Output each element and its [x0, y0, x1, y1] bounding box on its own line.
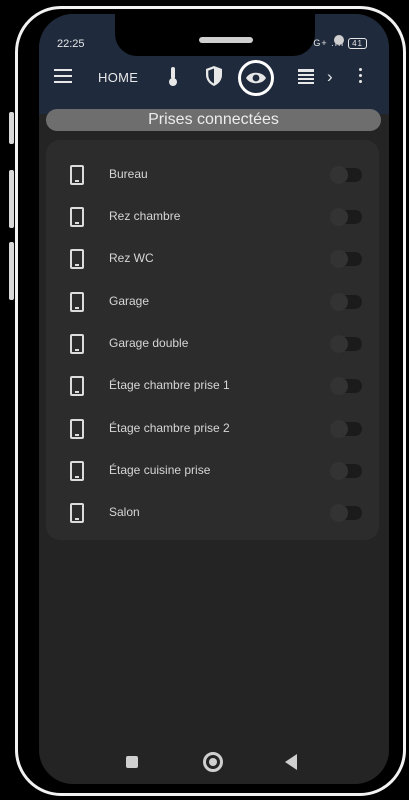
speaker-grille	[199, 37, 253, 43]
section-header: Prises connectées	[46, 109, 381, 131]
device-toggle[interactable]	[330, 208, 362, 226]
list-item[interactable]: Étage chambre prise 1	[46, 365, 379, 407]
smartphone-icon	[70, 419, 84, 439]
device-toggle[interactable]	[330, 335, 362, 353]
device-toggle[interactable]	[330, 166, 362, 184]
device-label: Salon	[109, 505, 140, 519]
smartphone-icon	[70, 207, 84, 227]
menu-icon[interactable]	[54, 69, 72, 83]
list-item[interactable]: Rez chambre	[46, 196, 379, 238]
list-item[interactable]: Étage cuisine prise	[46, 450, 379, 492]
thermometer-icon[interactable]	[161, 64, 185, 88]
camera-notch	[115, 14, 344, 56]
device-label: Bureau	[109, 167, 148, 181]
list-item[interactable]: Bureau	[46, 154, 379, 196]
phone-side-button-2	[9, 170, 14, 228]
device-toggle[interactable]	[330, 504, 362, 522]
smartphone-icon	[70, 292, 84, 312]
device-toggle[interactable]	[330, 250, 362, 268]
device-label: Garage	[109, 294, 150, 308]
list-item[interactable]: Garage double	[46, 323, 379, 365]
device-toggle[interactable]	[330, 377, 362, 395]
list-item[interactable]: Étage chambre prise 2	[46, 408, 379, 450]
smartphone-icon	[70, 165, 84, 185]
phone-side-button-1	[9, 112, 14, 144]
system-nav-bar	[39, 739, 389, 784]
chevron-right-icon[interactable]: ›	[327, 67, 333, 87]
status-time: 22:25	[57, 38, 85, 50]
list-icon[interactable]	[294, 64, 318, 88]
tab-home[interactable]: HOME	[98, 70, 138, 85]
device-toggle[interactable]	[330, 420, 362, 438]
battery-icon: 41	[348, 38, 367, 49]
shield-icon[interactable]	[202, 64, 226, 88]
app-bar: HOME ›	[39, 50, 389, 114]
list-item[interactable]: Garage	[46, 281, 379, 323]
phone-screen: 22:25 4G+ .ıll 41 HOME › Prises connecté…	[39, 14, 389, 784]
home-button[interactable]	[203, 752, 223, 772]
device-label: Étage chambre prise 2	[109, 421, 230, 435]
more-vert-icon[interactable]	[359, 68, 363, 86]
device-label: Rez chambre	[109, 209, 181, 223]
device-label: Rez WC	[109, 251, 154, 265]
eye-icon[interactable]	[244, 66, 268, 90]
list-item[interactable]: Rez WC	[46, 238, 379, 280]
phone-side-button-3	[9, 242, 14, 300]
smartphone-icon	[70, 334, 84, 354]
smartphone-icon	[70, 249, 84, 269]
front-camera	[334, 35, 344, 45]
back-button[interactable]	[285, 754, 297, 770]
device-label: Étage cuisine prise	[109, 463, 211, 477]
smartphone-icon	[70, 461, 84, 481]
device-toggle[interactable]	[330, 462, 362, 480]
smartphone-icon	[70, 503, 84, 523]
device-list: Bureau Rez chambre Rez WC Garage Garage …	[46, 140, 379, 540]
device-toggle[interactable]	[330, 293, 362, 311]
list-item[interactable]: Salon	[46, 492, 379, 534]
smartphone-icon	[70, 376, 84, 396]
device-label: Étage chambre prise 1	[109, 378, 230, 392]
device-label: Garage double	[109, 336, 189, 350]
recents-button[interactable]	[126, 756, 138, 768]
